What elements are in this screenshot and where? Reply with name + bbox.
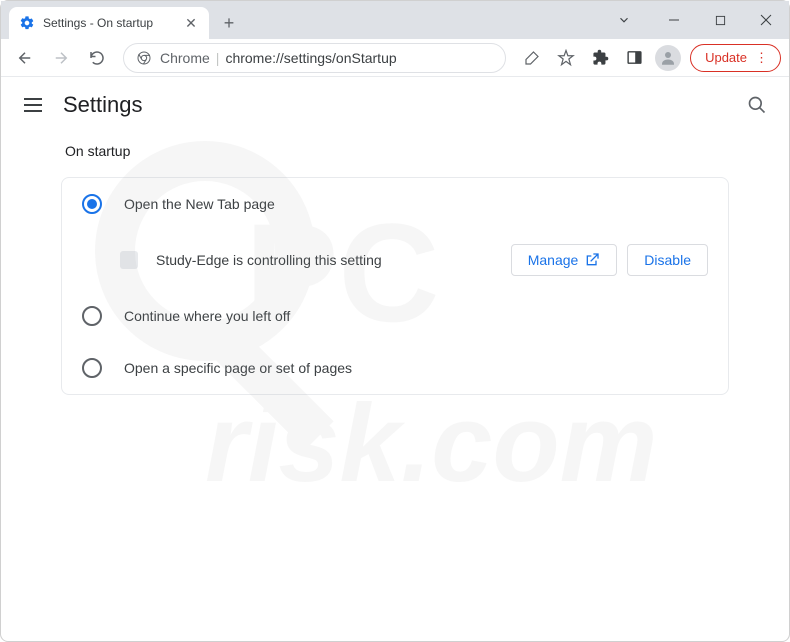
- tab-search-chevron-icon[interactable]: [601, 4, 647, 36]
- startup-options-card: Open the New Tab page Study-Edge is cont…: [61, 177, 729, 395]
- side-panel-icon[interactable]: [618, 42, 650, 74]
- option-new-tab[interactable]: Open the New Tab page: [62, 178, 728, 230]
- extension-app-icon: [120, 251, 138, 269]
- update-button[interactable]: Update ⋮: [690, 44, 781, 72]
- option-continue[interactable]: Continue where you left off: [62, 290, 728, 342]
- share-icon[interactable]: [516, 42, 548, 74]
- tab-title: Settings - On startup: [43, 16, 183, 30]
- forward-button[interactable]: [45, 42, 77, 74]
- radio-continue[interactable]: [82, 306, 102, 326]
- search-icon[interactable]: [745, 93, 769, 117]
- radio-specific[interactable]: [82, 358, 102, 378]
- chrome-icon: [136, 50, 152, 66]
- new-tab-button[interactable]: +: [215, 9, 243, 37]
- hamburger-menu-icon[interactable]: [21, 93, 45, 117]
- maximize-button[interactable]: [697, 4, 743, 36]
- gear-icon: [19, 15, 35, 31]
- manage-button[interactable]: Manage: [511, 244, 618, 276]
- window-titlebar: Settings - On startup ✕ +: [1, 1, 789, 39]
- extension-notice-text: Study-Edge is controlling this setting: [156, 252, 511, 268]
- browser-tab[interactable]: Settings - On startup ✕: [9, 7, 209, 39]
- open-external-icon: [584, 252, 600, 268]
- extensions-icon[interactable]: [584, 42, 616, 74]
- disable-button[interactable]: Disable: [627, 244, 708, 276]
- close-tab-icon[interactable]: ✕: [183, 15, 199, 31]
- section-title: On startup: [61, 143, 729, 159]
- option-specific[interactable]: Open a specific page or set of pages: [62, 342, 728, 394]
- page-title: Settings: [63, 92, 143, 118]
- option-label: Continue where you left off: [124, 308, 290, 324]
- extension-control-notice: Study-Edge is controlling this setting M…: [62, 230, 728, 290]
- settings-content: On startup Open the New Tab page Study-E…: [1, 133, 789, 405]
- address-text: Chrome|chrome://settings/onStartup: [160, 50, 397, 66]
- minimize-button[interactable]: [651, 4, 697, 36]
- radio-new-tab[interactable]: [82, 194, 102, 214]
- menu-dots-icon: ⋮: [755, 50, 768, 66]
- back-button[interactable]: [9, 42, 41, 74]
- address-bar[interactable]: Chrome|chrome://settings/onStartup: [123, 43, 506, 73]
- bookmark-star-icon[interactable]: [550, 42, 582, 74]
- profile-avatar[interactable]: [652, 42, 684, 74]
- browser-toolbar: Chrome|chrome://settings/onStartup Updat…: [1, 39, 789, 77]
- reload-button[interactable]: [81, 42, 113, 74]
- option-label: Open a specific page or set of pages: [124, 360, 352, 376]
- option-label: Open the New Tab page: [124, 196, 275, 212]
- settings-header: Settings: [1, 77, 789, 133]
- close-window-button[interactable]: [743, 4, 789, 36]
- window-controls: [601, 1, 789, 39]
